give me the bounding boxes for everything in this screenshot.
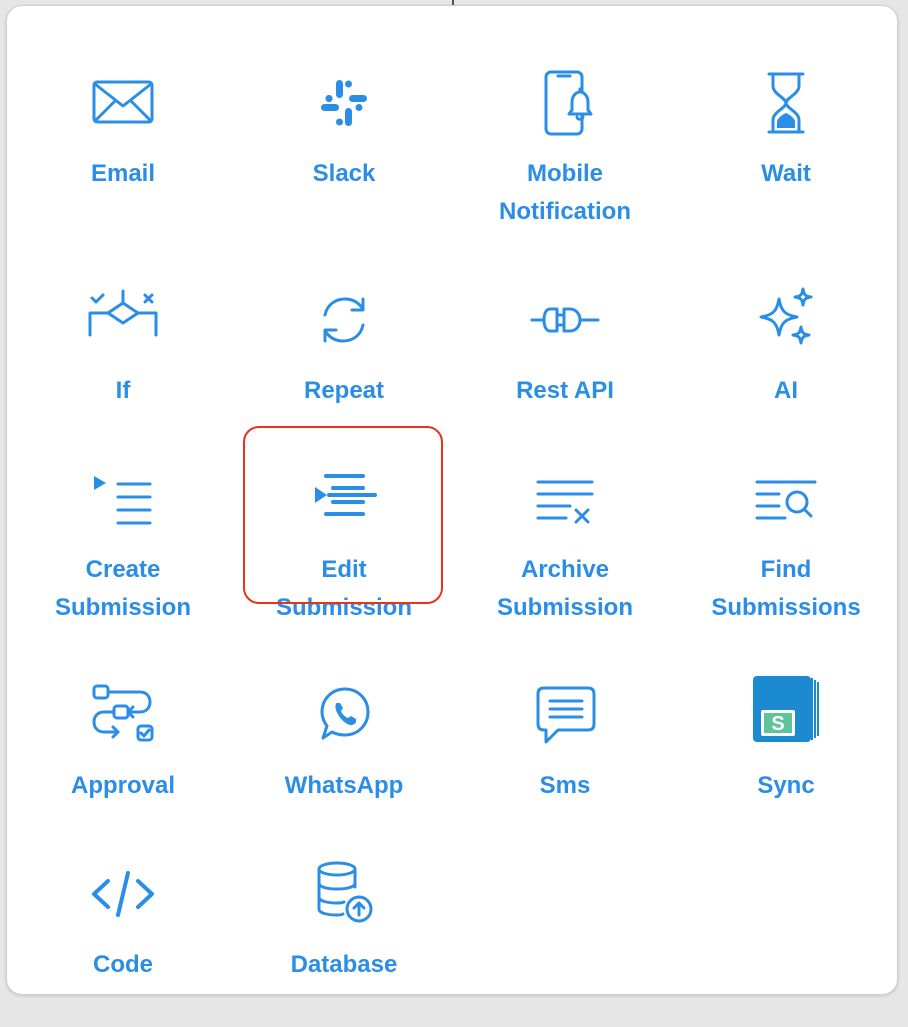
- archive-list-icon: [530, 464, 600, 534]
- tile-label: Slack: [312, 160, 376, 187]
- plug-icon: [530, 285, 600, 355]
- tile-find-submissions[interactable]: Find Submissions: [686, 452, 886, 632]
- tile-whatsapp[interactable]: WhatsApp: [244, 668, 444, 848]
- tile-if[interactable]: If: [23, 273, 223, 453]
- approval-flow-icon: [88, 680, 158, 750]
- tile-create-submission[interactable]: Create Submission: [23, 452, 223, 632]
- tile-label: Rest API: [516, 377, 614, 404]
- tile-label: Database: [290, 951, 398, 978]
- tile-label: Repeat: [303, 377, 385, 404]
- tile-mobile-notification[interactable]: Mobile Notification: [465, 56, 665, 236]
- sync-app-icon: S: [751, 676, 821, 750]
- tile-label: Edit Submission: [275, 556, 413, 621]
- tile-email[interactable]: Email: [23, 56, 223, 236]
- tile-wait[interactable]: Wait: [686, 56, 886, 236]
- whatsapp-icon: [309, 680, 379, 750]
- tile-label: Mobile Notification: [499, 160, 631, 225]
- database-upload-icon: [309, 859, 379, 929]
- tile-label: AI: [774, 377, 798, 404]
- tile-label: Create Submission: [54, 556, 192, 621]
- tile-edit-submission[interactable]: Edit Submission: [243, 426, 444, 632]
- code-icon: [88, 859, 158, 929]
- envelope-icon: [88, 68, 158, 138]
- tile-approval[interactable]: Approval: [23, 668, 223, 848]
- tile-slack[interactable]: Slack: [244, 56, 444, 236]
- edit-list-icon: [309, 464, 379, 534]
- tile-label: Code: [93, 951, 153, 978]
- slack-icon: [309, 68, 379, 138]
- tile-label: Email: [90, 160, 156, 187]
- tile-label: Sms: [539, 772, 591, 799]
- svg-text:S: S: [771, 713, 784, 735]
- tile-label: Find Submissions: [711, 556, 861, 621]
- tile-label: Archive Submission: [496, 556, 634, 621]
- tile-sms[interactable]: Sms: [465, 668, 665, 848]
- mobile-bell-icon: [530, 68, 600, 138]
- tile-rest-api[interactable]: Rest API: [465, 273, 665, 453]
- chat-bubble-icon: [530, 680, 600, 750]
- action-picker-panel: Email Slack Mobile Notification Wait If …: [6, 5, 898, 995]
- tile-label: Approval: [70, 772, 175, 799]
- tile-database[interactable]: Database: [244, 847, 444, 1027]
- tile-label: If: [115, 377, 131, 404]
- repeat-icon: [309, 285, 379, 355]
- tile-label: Wait: [761, 160, 811, 187]
- sparkles-icon: [751, 285, 821, 355]
- tile-label: Sync: [757, 772, 815, 799]
- tile-archive-submission[interactable]: Archive Submission: [465, 452, 665, 632]
- hourglass-icon: [751, 68, 821, 138]
- branch-icon: [88, 285, 158, 355]
- tile-repeat[interactable]: Repeat: [244, 273, 444, 453]
- tile-sync[interactable]: S Sync: [686, 668, 886, 848]
- tile-code[interactable]: Code: [23, 847, 223, 1027]
- tile-ai[interactable]: AI: [686, 273, 886, 453]
- create-list-icon: [88, 464, 158, 534]
- tile-label: WhatsApp: [284, 772, 404, 799]
- search-list-icon: [751, 464, 821, 534]
